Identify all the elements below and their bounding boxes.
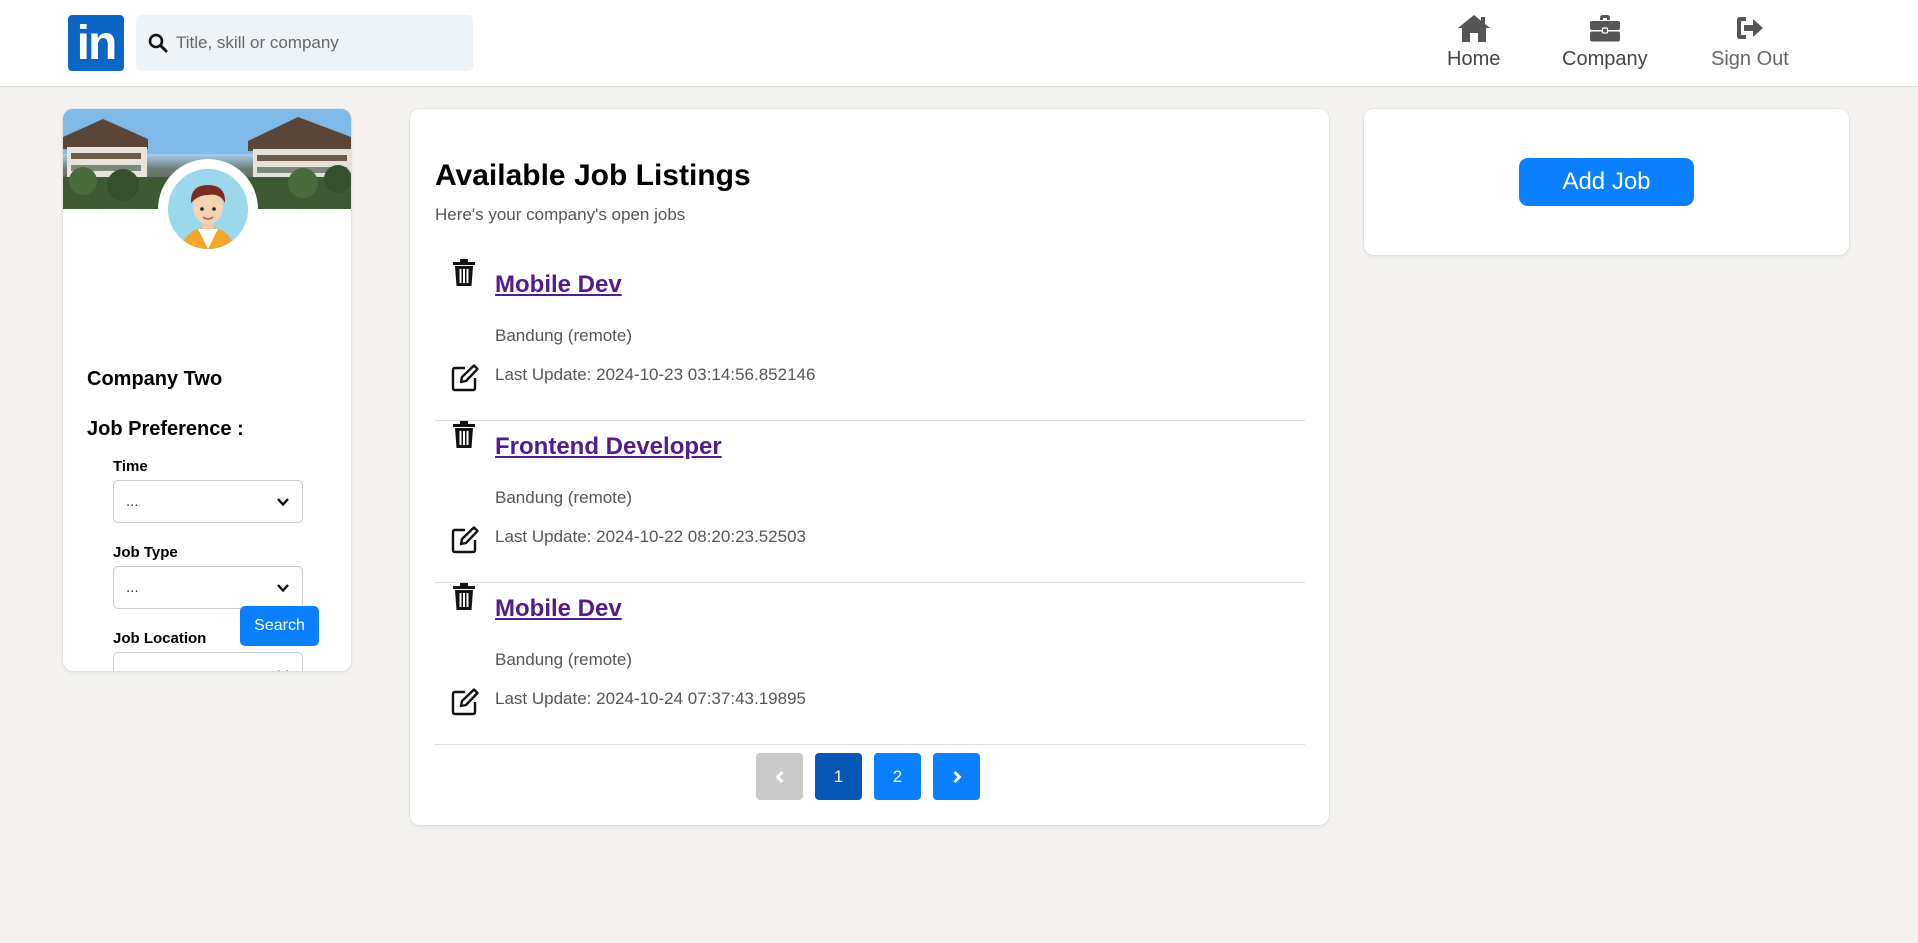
top-nav: in Home Company Sign Out xyxy=(0,0,1918,87)
search-button[interactable]: Search xyxy=(240,606,319,646)
chevron-left-icon xyxy=(774,770,784,783)
actions-card: Add Job xyxy=(1364,109,1849,255)
nav-sign-out[interactable]: Sign Out xyxy=(1711,12,1789,71)
edit-icon[interactable] xyxy=(451,364,479,392)
avatar[interactable] xyxy=(168,169,248,249)
job-type-select-value: ... xyxy=(126,579,139,596)
nav-company[interactable]: Company xyxy=(1562,12,1648,71)
search-bar[interactable] xyxy=(136,15,473,71)
chevron-down-icon xyxy=(277,583,289,592)
job-title-link[interactable]: Frontend Developer xyxy=(495,433,722,461)
job-preference-title: Job Preference : xyxy=(87,418,244,440)
job-last-update: Last Update: 2024-10-24 07:37:43.19895 xyxy=(495,689,806,708)
time-select-value: ... xyxy=(126,493,139,510)
job-listings-card: Available Job Listings Here's your compa… xyxy=(410,109,1329,825)
next-page-button[interactable] xyxy=(933,753,980,800)
trash-icon[interactable] xyxy=(452,421,476,449)
job-location-select-value: ... xyxy=(126,665,139,671)
edit-icon[interactable] xyxy=(451,526,479,554)
time-label: Time xyxy=(113,458,148,475)
trash-icon[interactable] xyxy=(452,259,476,287)
nav-company-label: Company xyxy=(1562,48,1648,70)
job-type-select[interactable]: ... xyxy=(113,566,303,609)
chevron-right-icon xyxy=(952,770,962,783)
page-title: Available Job Listings xyxy=(435,159,751,192)
search-input[interactable] xyxy=(176,33,456,53)
job-location: Bandung (remote) xyxy=(495,650,633,669)
chevron-down-icon xyxy=(277,497,289,506)
nav-sign-out-label: Sign Out xyxy=(1711,48,1789,70)
job-last-update: Last Update: 2024-10-23 03:14:56.852146 xyxy=(495,365,816,384)
linkedin-logo[interactable]: in xyxy=(68,15,124,71)
nav-home[interactable]: Home xyxy=(1447,12,1500,71)
page-button-1[interactable]: 1 xyxy=(815,753,862,800)
profile-card: Company Two Job Preference : Time ... Jo… xyxy=(63,109,351,671)
job-list-item: Frontend Developer Bandung (remote) Last… xyxy=(435,421,1305,583)
avatar-frame xyxy=(158,159,258,259)
pagination: 1 2 xyxy=(756,753,980,800)
company-name: Company Two xyxy=(87,368,223,390)
briefcase-icon xyxy=(1589,15,1620,42)
previous-page-button[interactable] xyxy=(756,753,803,800)
nav-home-label: Home xyxy=(1447,48,1501,70)
trash-icon[interactable] xyxy=(452,583,476,611)
edit-icon[interactable] xyxy=(451,688,479,716)
job-list-item: Mobile Dev Bandung (remote) Last Update:… xyxy=(435,259,1305,421)
page-subtitle: Here's your company's open jobs xyxy=(435,205,686,224)
chevron-down-icon xyxy=(277,669,289,671)
job-title-link[interactable]: Mobile Dev xyxy=(495,595,622,623)
time-select[interactable]: ... xyxy=(113,480,303,523)
home-icon xyxy=(1457,15,1490,42)
job-list-item: Mobile Dev Bandung (remote) Last Update:… xyxy=(435,583,1305,745)
add-job-button[interactable]: Add Job xyxy=(1519,158,1694,206)
job-last-update: Last Update: 2024-10-22 08:20:23.52503 xyxy=(495,527,806,546)
job-location: Bandung (remote) xyxy=(495,326,633,345)
job-title-link[interactable]: Mobile Dev xyxy=(495,271,622,299)
job-location: Bandung (remote) xyxy=(495,488,633,507)
search-icon xyxy=(148,33,168,53)
sign-out-icon xyxy=(1736,17,1763,39)
job-location-label: Job Location xyxy=(113,630,207,647)
job-type-label: Job Type xyxy=(113,544,178,561)
page-button-2[interactable]: 2 xyxy=(874,753,921,800)
job-location-select[interactable]: ... xyxy=(113,652,303,671)
